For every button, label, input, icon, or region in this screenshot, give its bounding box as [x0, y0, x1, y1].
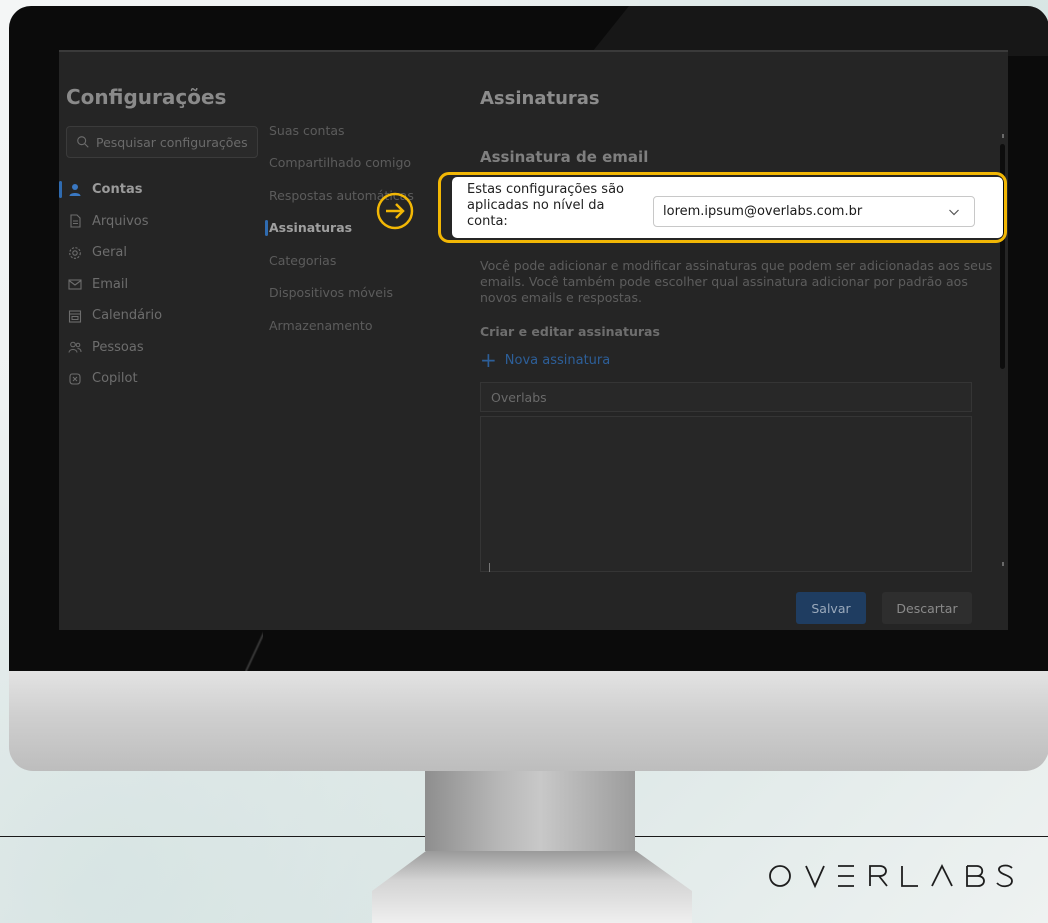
calendar-icon — [67, 308, 83, 324]
nav-item-arquivos[interactable]: Arquivos — [59, 206, 259, 238]
copilot-icon — [67, 371, 83, 387]
discard-button[interactable]: Descartar — [882, 592, 972, 624]
subnav-item-assinaturas[interactable]: Assinaturas — [259, 212, 459, 245]
settings-window: Configurações Pesquisar configurações Co… — [59, 50, 1008, 630]
create-edit-label: Criar e editar assinaturas — [480, 324, 660, 339]
scroll-up-arrow[interactable] — [1002, 134, 1004, 138]
gear-icon — [67, 245, 83, 261]
person-icon — [67, 182, 83, 198]
search-input[interactable]: Pesquisar configurações — [66, 126, 258, 158]
subnav-item-categorias[interactable]: Categorias — [259, 244, 459, 277]
signature-name-value: Overlabs — [491, 389, 547, 405]
signature-settings-panel: Assinaturas Assinatura de email Você pod… — [480, 50, 1008, 630]
subsection-title: Assinatura de email — [480, 148, 649, 166]
nav-item-label: Arquivos — [92, 213, 149, 229]
arrow-right-circle-icon — [376, 192, 414, 230]
search-icon — [77, 136, 89, 148]
monitor-stand-base — [372, 851, 692, 923]
signature-description: Você pode adicionar e modificar assinatu… — [480, 258, 993, 305]
monitor-chin — [9, 671, 1048, 771]
monitor-stand-neck — [425, 771, 635, 851]
subnav-item-dispositivos[interactable]: Dispositivos móveis — [259, 277, 459, 310]
nav-item-pessoas[interactable]: Pessoas — [59, 332, 259, 364]
page-title: Configurações — [66, 85, 227, 109]
save-button[interactable]: Salvar — [796, 592, 866, 624]
nav-item-label: Geral — [92, 245, 127, 261]
new-signature-label: Nova assinatura — [504, 352, 611, 368]
nav-item-label: Pessoas — [92, 339, 144, 355]
people-icon — [67, 339, 83, 355]
subnav-item-compartilhado[interactable]: Compartilhado comigo — [259, 147, 459, 180]
highlight-frame — [438, 172, 1007, 243]
signature-editor[interactable] — [480, 416, 972, 572]
plus-icon: + — [480, 348, 497, 372]
nav-item-copilot[interactable]: Copilot — [59, 363, 259, 395]
nav-item-calendario[interactable]: Calendário — [59, 300, 259, 332]
section-title: Assinaturas — [480, 88, 600, 109]
divider-line-right — [635, 836, 1048, 837]
nav-item-label: Calendário — [92, 308, 163, 324]
secondary-nav: Suas contas Compartilhado comigo Respost… — [259, 114, 459, 342]
brand-logo — [768, 860, 1022, 900]
subnav-item-respostas[interactable]: Respostas automáticas — [259, 179, 459, 212]
nav-item-label: Email — [92, 276, 129, 292]
nav-item-label: Copilot — [92, 371, 138, 387]
scroll-down-arrow[interactable] — [1002, 562, 1004, 566]
screen-glare — [589, 6, 1048, 56]
subnav-item-suas-contas[interactable]: Suas contas — [259, 114, 459, 147]
mail-icon — [67, 276, 83, 292]
text-caret — [489, 563, 490, 572]
search-placeholder: Pesquisar configurações — [96, 134, 248, 150]
divider-line-left — [0, 836, 425, 837]
nav-item-email[interactable]: Email — [59, 269, 259, 301]
nav-item-geral[interactable]: Geral — [59, 237, 259, 269]
overlabs-logo — [769, 863, 1013, 889]
signature-name-input[interactable]: Overlabs — [480, 382, 972, 412]
subnav-item-armazenamento[interactable]: Armazenamento — [259, 309, 459, 342]
new-signature-button[interactable]: + Nova assinatura — [480, 348, 611, 372]
document-icon — [67, 213, 83, 229]
nav-item-label: Contas — [92, 182, 143, 198]
primary-nav: Contas Arquivos Geral Email Calendário P… — [59, 174, 259, 395]
nav-item-contas[interactable]: Contas — [59, 174, 259, 206]
